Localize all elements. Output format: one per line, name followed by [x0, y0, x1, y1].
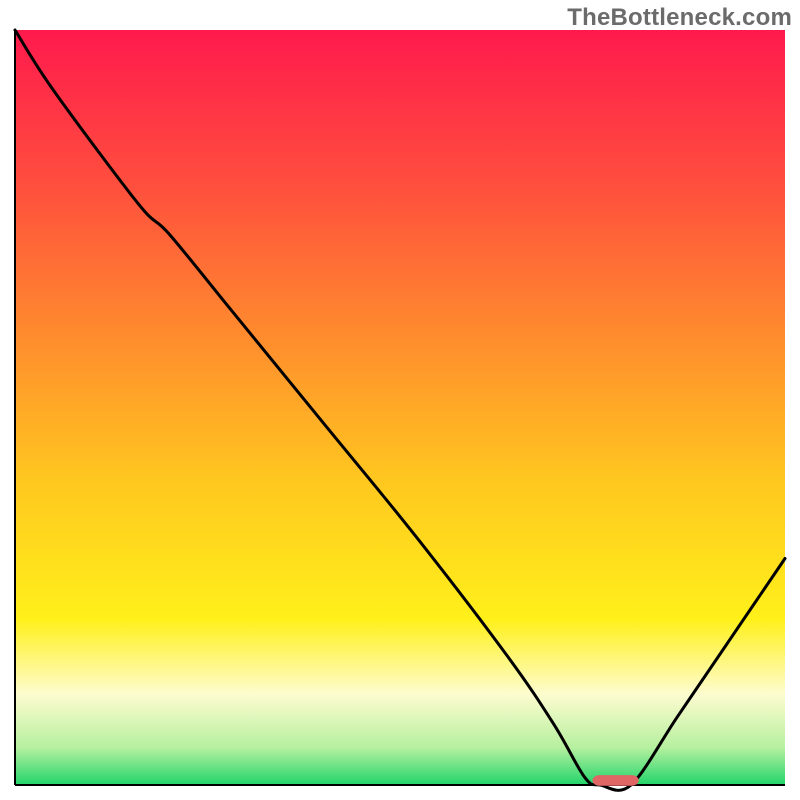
chart-stage: TheBottleneck.com: [0, 0, 800, 800]
bottleneck-chart: [0, 0, 800, 800]
optimum-marker: [593, 775, 639, 786]
plot-background: [15, 30, 785, 785]
